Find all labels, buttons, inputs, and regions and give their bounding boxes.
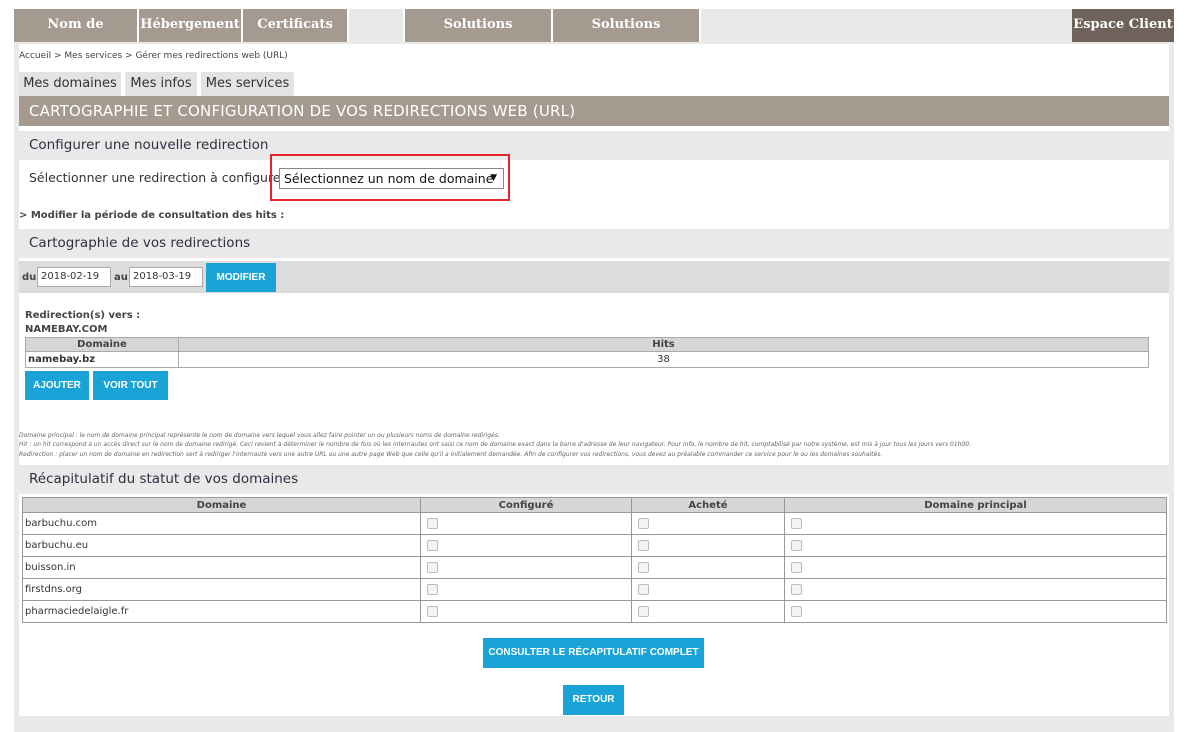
map-heading: Cartographie de vos redirections — [19, 229, 1169, 258]
column-header: Acheté — [631, 497, 785, 513]
domain-select[interactable]: Sélectionnez un nom de domaine ▼ — [279, 168, 504, 189]
legend-redirection: Redirection : placer un nom de domaine e… — [19, 451, 883, 458]
configured-cell — [420, 556, 632, 579]
primary-domain-cell — [784, 512, 1167, 535]
purchased-checkbox[interactable] — [638, 517, 649, 529]
to-date-input[interactable]: 2018-03-19 — [129, 267, 203, 287]
configured-checkbox[interactable] — [427, 561, 438, 573]
view-all-button[interactable]: VOIR TOUT — [93, 371, 168, 400]
main-content: Accueil > Mes services > Gérer mes redir… — [19, 44, 1169, 716]
primary-domain-checkbox[interactable] — [791, 605, 802, 617]
purchased-cell — [631, 512, 785, 535]
primary-domain-cell — [784, 556, 1167, 579]
domain-cell: barbuchu.eu — [22, 534, 421, 557]
purchased-cell — [631, 534, 785, 557]
column-header: Domaine — [25, 337, 179, 352]
chevron-down-icon: ▼ — [490, 173, 497, 183]
tab-my-info[interactable]: Mes infos — [125, 72, 197, 96]
status-heading: Récapitulatif du statut de vos domaines — [19, 465, 1169, 494]
table-row: namebay.bz 38 — [25, 351, 1149, 368]
back-button[interactable]: RETOUR — [563, 685, 624, 715]
redirect-target: NAMEBAY.COM — [25, 324, 108, 335]
purchased-checkbox[interactable] — [638, 539, 649, 551]
breadcrumb[interactable]: Accueil > Mes services > Gérer mes redir… — [19, 51, 288, 61]
redirect-to-label: Redirection(s) vers : — [25, 310, 141, 321]
modify-button[interactable]: MODIFIER — [206, 263, 276, 292]
primary-domain-checkbox[interactable] — [791, 539, 802, 551]
from-date-input[interactable]: 2018-02-19 — [37, 267, 111, 287]
column-header: Hits — [178, 337, 1149, 352]
column-header: Domaine — [22, 497, 421, 513]
configured-checkbox[interactable] — [427, 539, 438, 551]
top-navigation: Nom de domaine Hébergement Certificats S… — [14, 9, 1174, 63]
table-row: barbuchu.com — [22, 512, 1167, 535]
table-row: pharmaciedelaigle.fr — [22, 600, 1167, 623]
hits-period-link[interactable]: > Modifier la période de consultation de… — [19, 210, 284, 221]
nav-client-space[interactable]: Espace Client — [1072, 9, 1174, 42]
primary-domain-checkbox[interactable] — [791, 561, 802, 573]
configured-cell — [420, 512, 632, 535]
purchased-checkbox[interactable] — [638, 605, 649, 617]
nav-enterprise-solutions[interactable]: Solutions Entreprises — [553, 9, 701, 63]
table-row: buisson.in — [22, 556, 1167, 579]
primary-domain-checkbox[interactable] — [791, 517, 802, 529]
domain-cell: pharmaciedelaigle.fr — [22, 600, 421, 623]
primary-domain-cell — [784, 578, 1167, 601]
tab-my-domains[interactable]: Mes domaines — [19, 72, 121, 96]
page-title: CARTOGRAPHIE ET CONFIGURATION DE VOS RED… — [19, 96, 1169, 126]
nav-reseller-solutions[interactable]: Solutions Revendeurs — [405, 9, 553, 63]
configured-cell — [420, 600, 632, 623]
table-row: firstdns.org — [22, 578, 1167, 601]
full-summary-button[interactable]: CONSULTER LE RÉCAPITULATIF COMPLET — [483, 638, 704, 668]
column-header: Domaine principal — [784, 497, 1167, 513]
domain-status-table: Domaine Configuré Acheté Domaine princip… — [22, 497, 1167, 623]
tab-my-services[interactable]: Mes services — [201, 72, 294, 96]
table-row: barbuchu.eu — [22, 534, 1167, 557]
add-button[interactable]: AJOUTER — [25, 371, 89, 400]
nav-domain-names[interactable]: Nom de domaine — [14, 9, 139, 63]
primary-domain-cell — [784, 600, 1167, 623]
configured-checkbox[interactable] — [427, 517, 438, 529]
date-filter-bar: du 2018-02-19 au 2018-03-19 MODIFIER — [19, 261, 1169, 293]
primary-domain-checkbox[interactable] — [791, 583, 802, 595]
purchased-cell — [631, 600, 785, 623]
legend-primary-domain: Domaine principal : le nom de domaine pr… — [19, 432, 500, 439]
hits-count-cell: 38 — [178, 351, 1149, 368]
configured-cell — [420, 578, 632, 601]
domain-select-value: Sélectionnez un nom de domaine — [284, 171, 494, 186]
from-label: du — [22, 272, 37, 283]
new-redirect-heading: Configurer une nouvelle redirection — [19, 131, 1169, 160]
domain-cell: firstdns.org — [22, 578, 421, 601]
purchased-cell — [631, 578, 785, 601]
hits-table: Domaine Hits namebay.bz 38 — [25, 337, 1149, 368]
domain-cell: buisson.in — [22, 556, 421, 579]
to-label: au — [114, 272, 128, 283]
legend-hit: Hit : un hit correspond à un accès direc… — [19, 441, 972, 448]
hits-table-header: Domaine Hits — [25, 337, 1149, 352]
status-table-header: Domaine Configuré Acheté Domaine princip… — [22, 497, 1167, 513]
purchased-checkbox[interactable] — [638, 583, 649, 595]
column-header: Configuré — [420, 497, 632, 513]
configured-checkbox[interactable] — [427, 583, 438, 595]
configured-checkbox[interactable] — [427, 605, 438, 617]
nav-ssl-certificates[interactable]: Certificats SSL — [243, 9, 349, 63]
domain-cell: barbuchu.com — [22, 512, 421, 535]
configured-cell — [420, 534, 632, 557]
redirect-select-label: Sélectionner une redirection à configure… — [29, 170, 294, 185]
hits-domain-cell: namebay.bz — [25, 351, 179, 368]
purchased-cell — [631, 556, 785, 579]
primary-domain-cell — [784, 534, 1167, 557]
nav-hosting[interactable]: Hébergement — [139, 9, 243, 42]
nav-empty-slot — [349, 9, 405, 42]
purchased-checkbox[interactable] — [638, 561, 649, 573]
